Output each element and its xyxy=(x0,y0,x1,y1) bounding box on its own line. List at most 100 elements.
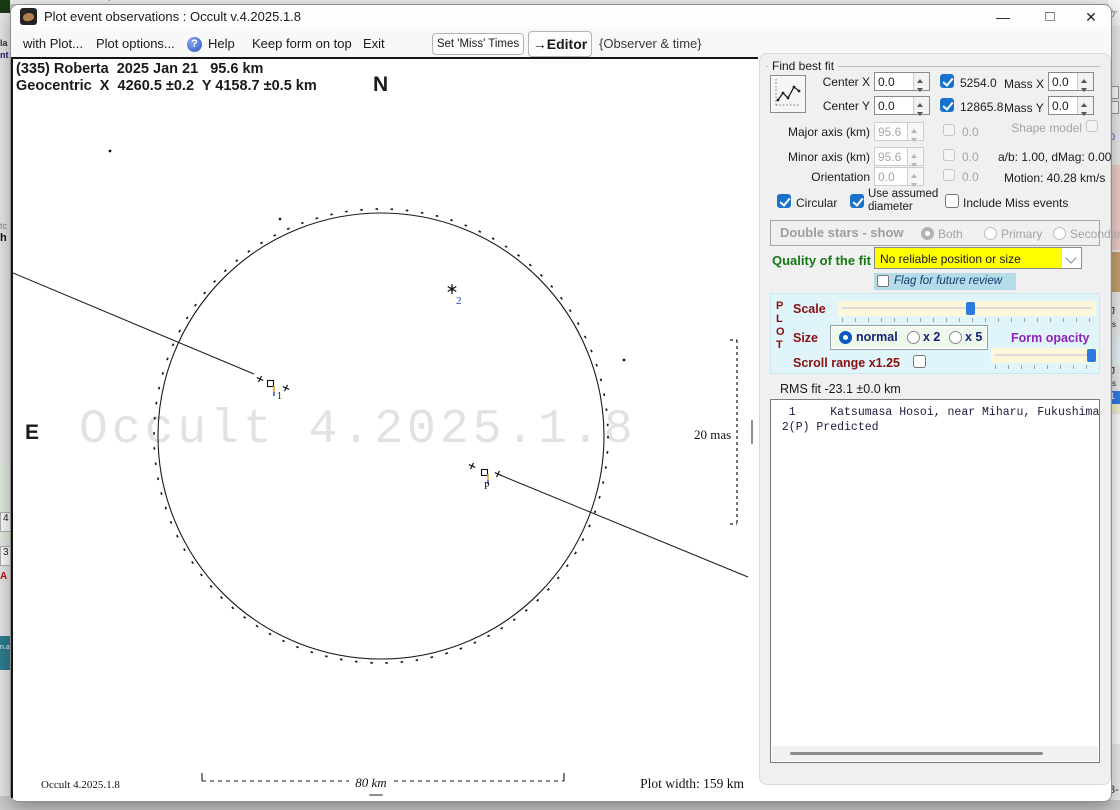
main-window: Plot event observations : Occult v.4.202… xyxy=(10,4,1120,802)
background-text: h xyxy=(0,232,7,244)
observers-listbox[interactable]: 1 Katsumasa Hosoi, near Miharu, Fukushim… xyxy=(770,399,1100,763)
menu-exit[interactable]: Exit xyxy=(363,36,385,51)
resize-grip[interactable] xyxy=(369,794,383,796)
center-y-spinner[interactable] xyxy=(913,97,929,115)
center-x-value[interactable]: 0.0 xyxy=(875,73,913,90)
splitter-handle[interactable] xyxy=(751,420,753,444)
include-miss-label: Include Miss events xyxy=(963,196,1069,210)
plot-letter-o: O xyxy=(776,326,785,338)
mas-scale-label: 20 mas xyxy=(694,427,731,442)
star-marker xyxy=(447,284,457,294)
background-window-left: la nt tc h 4 3 A n.a xyxy=(0,0,10,810)
double-stars-primary-radio xyxy=(984,227,997,240)
center-y-value[interactable]: 0.0 xyxy=(875,97,913,114)
mass-y-value[interactable]: 0.0 xyxy=(1049,97,1077,114)
use-assumed-label: Use assumed diameter xyxy=(868,188,938,214)
observer-row[interactable]: 1 Katsumasa Hosoi, near Miharu, Fukushim… xyxy=(775,406,1099,419)
double-stars-both-radio xyxy=(921,227,934,240)
asteroid-circle xyxy=(153,208,609,664)
find-best-fit-title: Find best fit xyxy=(768,59,839,73)
control-panel: Find best fit Center X 0.0 5254.0 Mass X… xyxy=(759,53,1120,785)
major-fit-value: 0.0 xyxy=(962,125,979,139)
minimize-button[interactable]: — xyxy=(986,6,1020,28)
background-text: la xyxy=(0,38,8,48)
scrollbar-thumb[interactable] xyxy=(790,752,1043,755)
use-assumed-line1: Use assumed xyxy=(868,188,939,200)
use-assumed-checkbox[interactable] xyxy=(850,194,864,208)
major-axis-spinner xyxy=(907,123,923,141)
plot-letter-p: P xyxy=(776,300,784,312)
center-y-label: Center Y xyxy=(822,99,870,113)
quality-dropdown[interactable]: No reliable position or size xyxy=(874,247,1082,269)
background-text: A xyxy=(0,571,8,582)
center-y-input[interactable]: 0.0 xyxy=(874,96,930,115)
double-stars-secondary-radio xyxy=(1053,227,1066,240)
double-stars-label: Double stars - show xyxy=(780,225,904,240)
mass-x-input[interactable]: 0.0 xyxy=(1048,72,1094,91)
background-cell: 4 xyxy=(0,512,10,532)
form-opacity-label: Form opacity xyxy=(1011,331,1090,345)
menu-plot-options[interactable]: Plot options... xyxy=(96,36,175,51)
orientation-fit-checkbox xyxy=(943,169,955,181)
scale-slider[interactable] xyxy=(838,301,1096,316)
fit-y-value: 12865.8 xyxy=(960,100,1004,114)
center-x-label: Center X xyxy=(822,75,870,89)
star-number-label: 2 xyxy=(456,295,462,307)
double-stars-group: Double stars - show Both Primary Seconda… xyxy=(770,220,1120,246)
chevron-down-icon[interactable] xyxy=(1061,248,1081,268)
editor-button[interactable]: →Editor xyxy=(528,31,592,57)
background-fragment: n.a xyxy=(0,636,10,670)
help-icon[interactable]: ? xyxy=(187,37,202,52)
scroll-range-label: Scroll range x1.25 xyxy=(793,356,901,370)
app-asteroid-icon[interactable] xyxy=(20,8,37,25)
fit-x-value: 5254.0 xyxy=(960,76,997,90)
include-miss-checkbox[interactable] xyxy=(945,194,959,208)
scroll-range-checkbox[interactable] xyxy=(913,355,926,368)
size-normal-radio[interactable] xyxy=(839,331,852,344)
opacity-slider-ticks xyxy=(995,365,1095,369)
menu-keep-form-on-top[interactable]: Keep form on top xyxy=(252,36,352,51)
opacity-slider-thumb[interactable] xyxy=(1087,349,1096,362)
background-text: s xyxy=(1112,320,1116,329)
size-x2-radio[interactable] xyxy=(907,331,920,344)
size-radio-group: normal x 2 x 5 xyxy=(830,325,988,350)
maximize-button[interactable]: □ xyxy=(1033,6,1067,28)
center-x-input[interactable]: 0.0 xyxy=(874,72,930,91)
occultation-plot: 1 P 2 20 mas 80 km Occult 4.2025.1.8 Plo… xyxy=(13,149,749,791)
center-x-spinner[interactable] xyxy=(913,73,929,91)
circular-checkbox[interactable] xyxy=(777,194,791,208)
opacity-slider[interactable] xyxy=(991,348,1098,363)
set-miss-times-button[interactable]: Set 'Miss' Times xyxy=(432,33,524,55)
circular-label: Circular xyxy=(796,196,838,210)
scale-slider-ticks xyxy=(842,318,1094,322)
major-axis-input: 95.6 xyxy=(874,122,924,141)
mass-y-spinner[interactable] xyxy=(1077,97,1093,115)
double-stars-secondary-label: Secondary xyxy=(1070,227,1120,241)
fit-y-checkbox[interactable] xyxy=(940,98,954,112)
flag-review-wrap: Flag for future review xyxy=(874,273,1016,290)
size-x5-radio[interactable] xyxy=(949,331,962,344)
orientation-spinner xyxy=(907,168,923,186)
minor-axis-spinner xyxy=(907,148,923,166)
mass-x-spinner[interactable] xyxy=(1077,73,1093,91)
mass-y-label: Mass Y xyxy=(1004,101,1044,115)
use-assumed-line2: diameter xyxy=(868,201,913,214)
find-best-fit-button[interactable] xyxy=(770,75,806,113)
close-button[interactable]: ✕ xyxy=(1074,6,1108,28)
flag-review-checkbox[interactable] xyxy=(877,275,889,287)
mass-y-input[interactable]: 0.0 xyxy=(1048,96,1094,115)
observer-row[interactable]: 2(P) Predicted xyxy=(775,421,879,434)
major-axis-label: Major axis (km) xyxy=(787,125,870,139)
scale-slider-thumb[interactable] xyxy=(966,302,975,315)
menu-help[interactable]: Help xyxy=(208,36,235,51)
plot-controls-box: P L O T Scale Size normal x 2 x 5 Form o… xyxy=(770,293,1100,374)
plot-width-label: Plot width: 159 km xyxy=(640,776,744,791)
double-stars-both-label: Both xyxy=(938,227,963,241)
mass-x-value[interactable]: 0.0 xyxy=(1049,73,1077,90)
title-bar[interactable]: Plot event observations : Occult v.4.202… xyxy=(11,5,1111,29)
plot-canvas[interactable]: (335) Roberta 2025 Jan 21 95.6 km Geocen… xyxy=(11,59,749,798)
horizontal-scrollbar[interactable] xyxy=(772,746,1098,761)
menu-with-plot[interactable]: with Plot... xyxy=(23,36,83,51)
fit-x-checkbox[interactable] xyxy=(940,74,954,88)
double-stars-primary-label: Primary xyxy=(1001,227,1043,241)
